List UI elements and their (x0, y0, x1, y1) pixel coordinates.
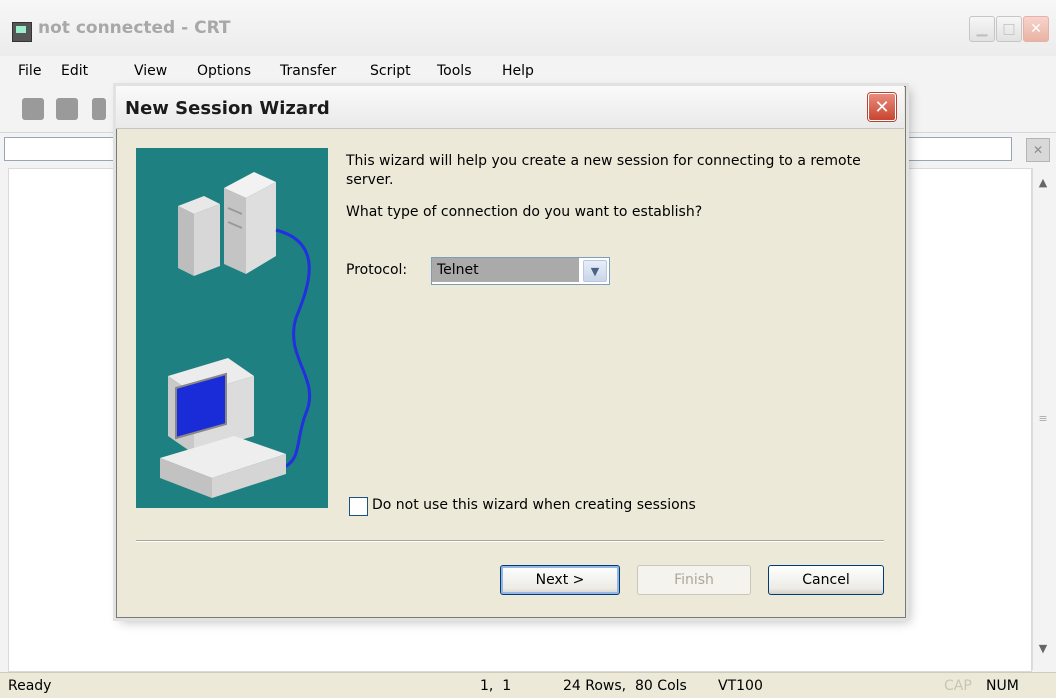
menu-view[interactable]: View (134, 63, 167, 79)
disable-wizard-checkbox[interactable] (349, 497, 368, 516)
scroll-down-icon[interactable]: ▼ (1034, 640, 1052, 658)
menu-edit[interactable]: Edit (61, 63, 88, 79)
finish-button[interactable]: Finish (637, 565, 751, 595)
close-window-button[interactable]: ✕ (1023, 16, 1049, 42)
menu-options[interactable]: Options (197, 63, 251, 79)
menu-script[interactable]: Script (370, 63, 411, 79)
minimize-button[interactable]: ▁ (969, 16, 995, 42)
status-ready: Ready (8, 678, 52, 694)
network-illustration-icon (160, 172, 312, 498)
menu-file[interactable]: File (18, 63, 41, 79)
wizard-intro-text: This wizard will help you create a new s… (346, 153, 861, 188)
status-num: NUM (986, 678, 1019, 694)
menu-help[interactable]: Help (502, 63, 534, 79)
app-icon (12, 22, 32, 42)
disable-wizard-label[interactable]: Do not use this wizard when creating ses… (372, 497, 696, 513)
menu-transfer[interactable]: Transfer (280, 63, 336, 79)
dialog-separator (136, 540, 884, 542)
next-button[interactable]: Next > (500, 565, 620, 595)
status-bar (0, 672, 1056, 698)
scroll-up-icon[interactable]: ▲ (1034, 174, 1052, 192)
command-bar-close-icon[interactable]: ✕ (1026, 138, 1050, 162)
command-input-left[interactable] (4, 137, 114, 161)
chevron-down-icon[interactable]: ▼ (583, 260, 607, 282)
status-emulation: VT100 (718, 678, 763, 694)
quick-connect-icon[interactable] (56, 98, 78, 120)
dialog-close-button[interactable]: ✕ (868, 93, 896, 121)
server-computer-illustration (136, 148, 328, 508)
maximize-button[interactable]: □ (996, 16, 1022, 42)
window-title: not connected - CRT (38, 18, 231, 38)
status-cursor: 1, 1 (480, 678, 512, 694)
protocol-label: Protocol: (346, 262, 408, 278)
cancel-button[interactable]: Cancel (768, 565, 884, 595)
status-size: 24 Rows, 80 Cols (563, 678, 687, 694)
scroll-thumb-grip-icon[interactable]: ≡ (1034, 410, 1052, 428)
protocol-selected-value[interactable]: Telnet (432, 258, 579, 282)
connection-question-text: What type of connection do you want to e… (346, 204, 703, 220)
connect-tab-icon[interactable] (92, 98, 106, 120)
status-cap: CAP (944, 678, 972, 694)
dialog-title: New Session Wizard (125, 98, 330, 119)
command-input-right[interactable] (906, 137, 1012, 161)
connect-icon[interactable] (22, 98, 44, 120)
menu-tools[interactable]: Tools (437, 63, 472, 79)
